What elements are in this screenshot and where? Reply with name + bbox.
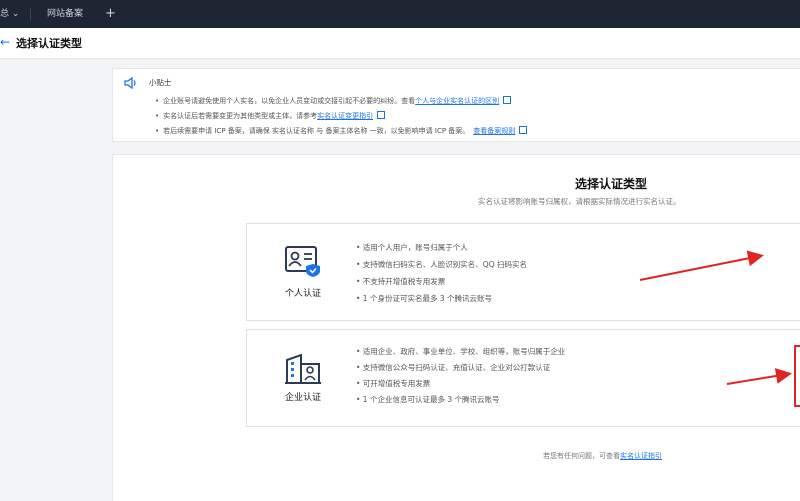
personal-auth-label: 个人认证 bbox=[284, 289, 321, 299]
main-panel: 选择认证类型 实名认证将影响账号归属权，请根据实际情况进行实名认证。 个人认证 … bbox=[112, 154, 800, 501]
arrow-left-icon[interactable]: ← bbox=[0, 34, 12, 50]
help-prefix: 若您有任何问题，可查看 bbox=[543, 452, 620, 460]
feature-item: • 1 个企业信息可认证最多 3 个腾讯云账号 bbox=[356, 395, 500, 404]
tip-link-change-guide[interactable]: 实名认证变更指引 bbox=[317, 112, 373, 120]
console-menu-dropdown[interactable]: 总 ⌄ bbox=[0, 0, 19, 28]
section-subheading: 实名认证将影响账号归属权，请根据实际情况进行实名认证。 bbox=[478, 197, 681, 206]
tips-title: 小贴士 bbox=[149, 78, 172, 87]
page-header: ← 选择认证类型 bbox=[0, 28, 800, 59]
tip-link-filing-rules[interactable]: 查看备案规则 bbox=[473, 127, 515, 135]
external-link-icon[interactable] bbox=[503, 96, 512, 104]
topbar-divider bbox=[30, 8, 31, 20]
speaker-icon bbox=[124, 77, 136, 89]
feature-item: • 支持微信扫码实名、人脸识别实名、QQ 扫码实名 bbox=[356, 260, 527, 269]
tips-panel: 小贴士 • 企业账号请避免使用个人实名，以免企业人员变动或交接引起不必要的纠纷。查… bbox=[112, 68, 800, 142]
feature-item: • 1 个身份证可实名最多 3 个腾讯云账号 bbox=[356, 294, 493, 303]
external-link-icon[interactable] bbox=[377, 111, 386, 119]
feature-item: • 支持微信公众号扫码认证、充值认证、企业对公打款认证 bbox=[356, 363, 551, 372]
tip-text: 若后续需要申请 ICP 备案，请确保 实名认证名称 与 备案主体名称 一致，以免… bbox=[163, 127, 470, 135]
id-card-icon bbox=[285, 246, 320, 277]
tip-text: 企业账号请避免使用个人实名，以免企业人员变动或交接引起不必要的纠纷。查看 bbox=[163, 97, 416, 105]
section-heading: 选择认证类型 bbox=[575, 177, 648, 191]
add-tab-icon[interactable]: + bbox=[105, 0, 116, 28]
page-title: 选择认证类型 bbox=[16, 37, 82, 50]
enterprise-auth-label: 企业认证 bbox=[284, 393, 321, 403]
external-link-icon[interactable] bbox=[519, 126, 528, 134]
tip-line: • 实名认证后若需要变更为其他类型或主体，请参考实名认证变更指引 bbox=[155, 110, 386, 121]
enterprise-auth-card[interactable]: 企业认证 • 适用企业、政府、事业单位、学校、组织等，账号归属于企业 • 支持微… bbox=[246, 329, 800, 427]
tip-link-difference[interactable]: 个人与企业实名认证的区别 bbox=[415, 97, 499, 105]
tip-text: 实名认证后若需要变更为其他类型或主体，请参考 bbox=[163, 112, 318, 120]
tip-line: • 企业账号请避免使用个人实名，以免企业人员变动或交接引起不必要的纠纷。查看个人与… bbox=[155, 95, 512, 106]
tab-website-filing[interactable]: 网站备案 bbox=[47, 0, 83, 28]
feature-item: • 适用个人用户，账号归属于个人 bbox=[356, 243, 468, 252]
feature-item: • 不支持开增值税专用发票 bbox=[356, 277, 446, 286]
feature-item: • 可开增值税专用发票 bbox=[356, 379, 431, 388]
help-link[interactable]: 实名认证指引 bbox=[620, 452, 662, 460]
feature-item: • 适用企业、政府、事业单位、学校、组织等，账号归属于企业 bbox=[356, 347, 566, 356]
top-navigation-bar: 总 ⌄ 网站备案 + bbox=[0, 0, 800, 28]
tip-line: • 若后续需要申请 ICP 备案，请确保 实名认证名称 与 备案主体名称 一致，以… bbox=[155, 125, 528, 136]
help-text: 若您有任何问题，可查看实名认证指引 bbox=[543, 451, 662, 461]
building-icon bbox=[285, 353, 321, 384]
personal-auth-card[interactable]: 个人认证 • 适用个人用户，账号归属于个人 • 支持微信扫码实名、人脸识别实名、… bbox=[246, 223, 800, 321]
